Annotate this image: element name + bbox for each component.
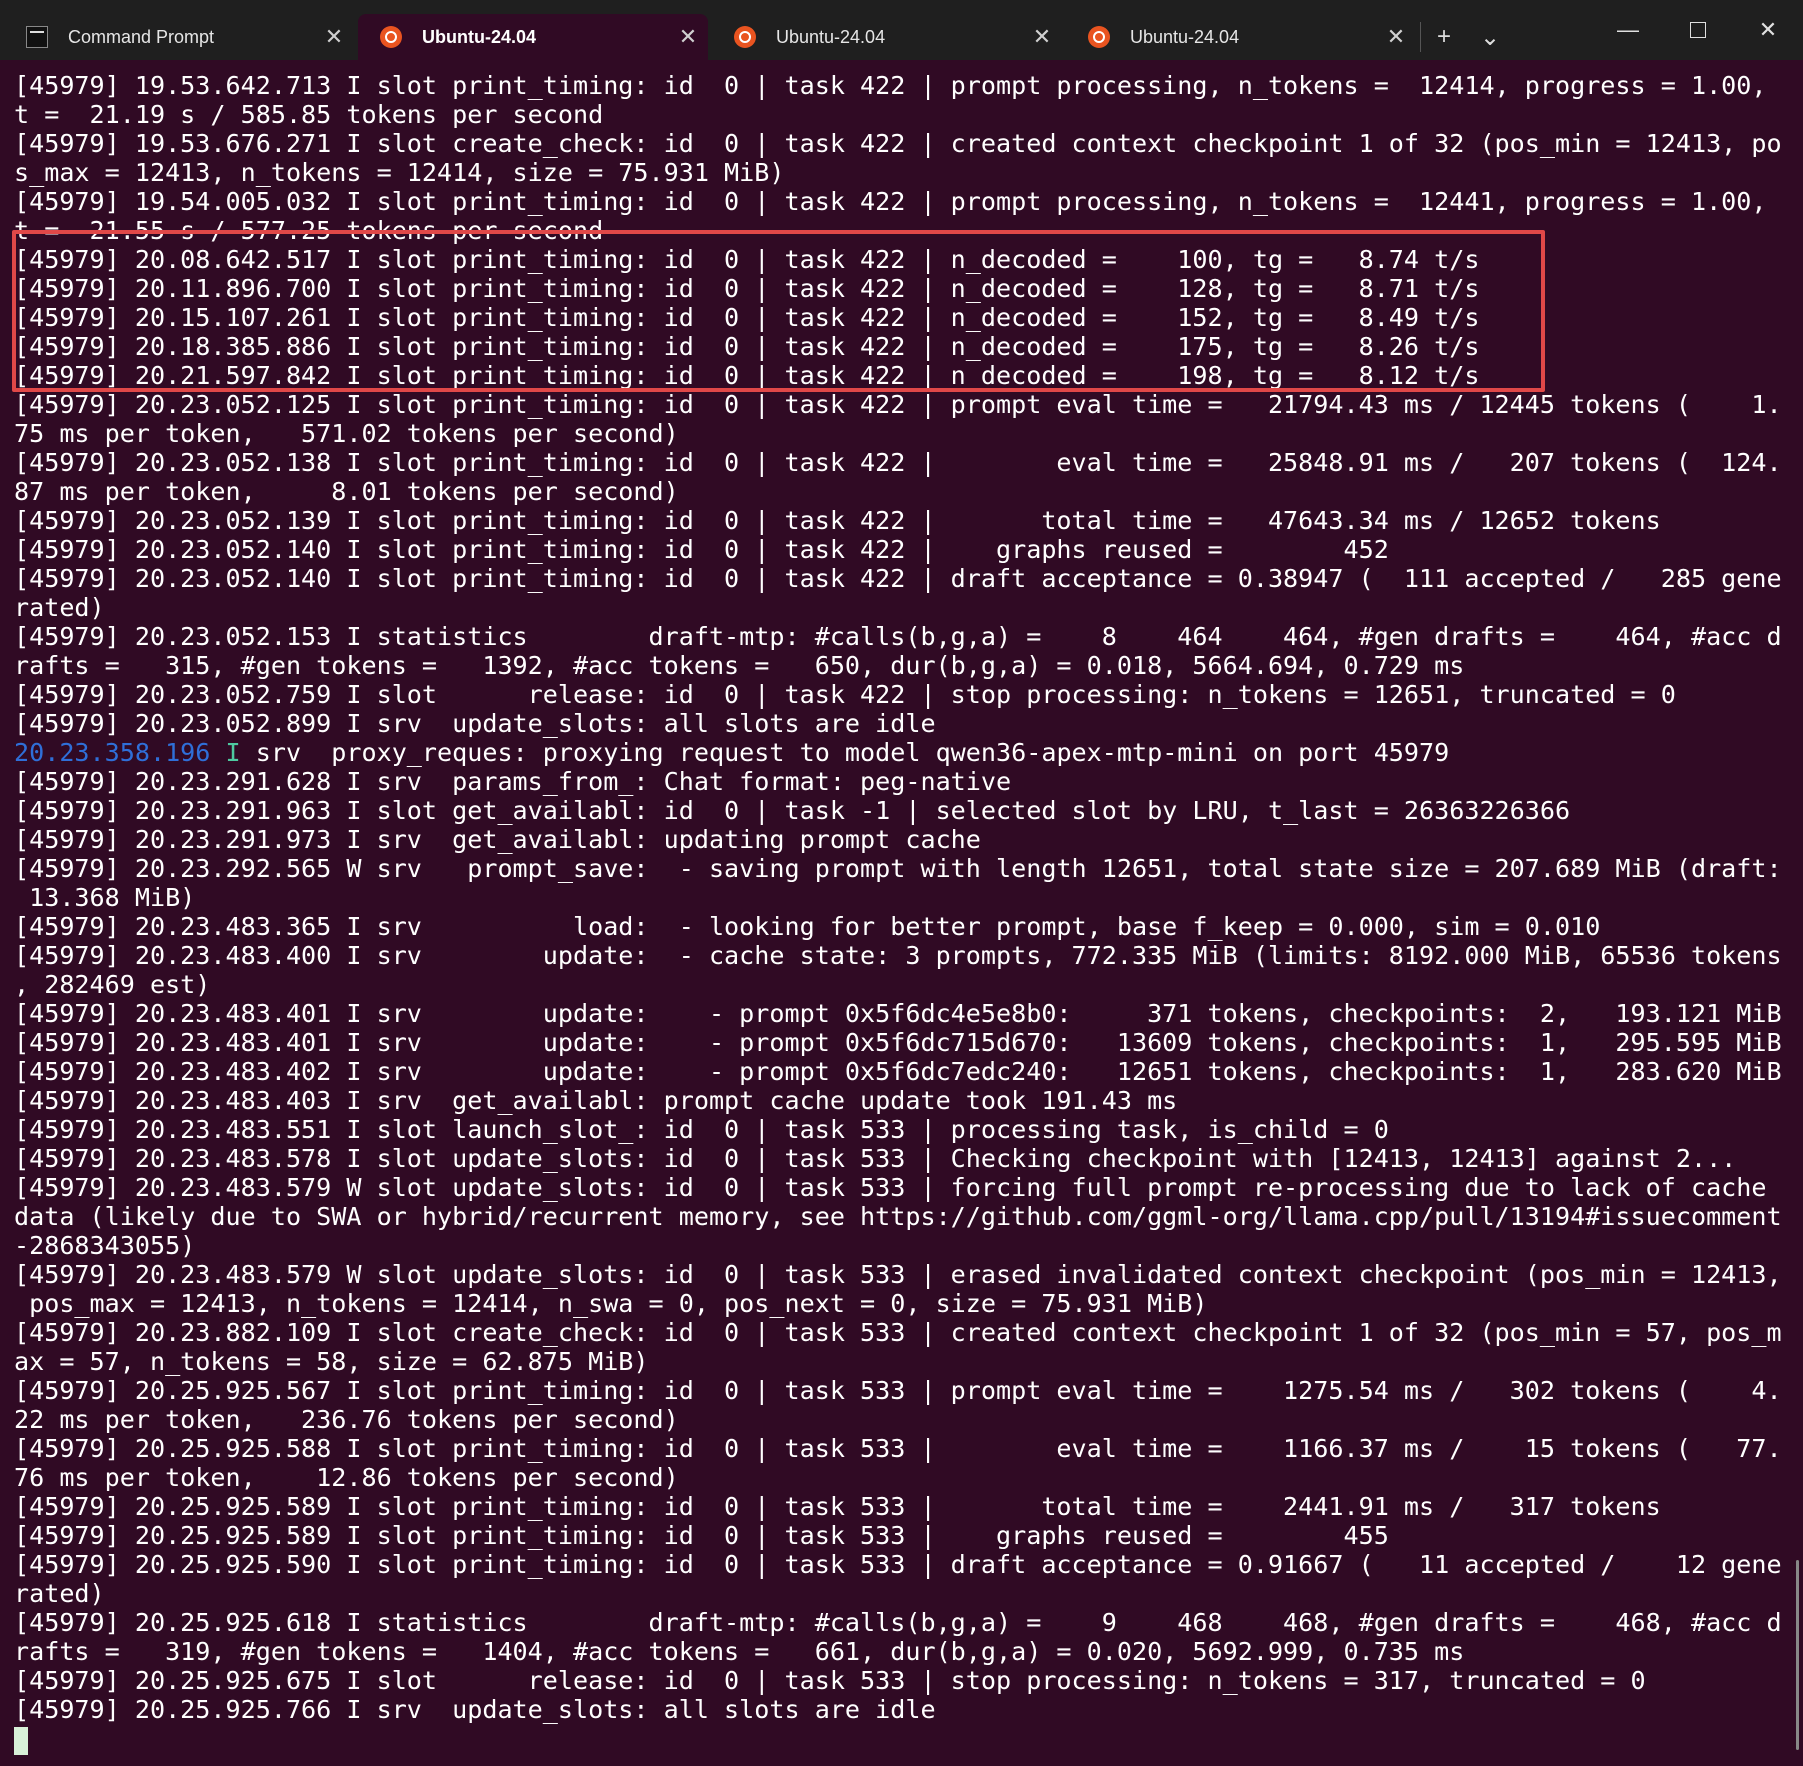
terminal-line: [45979] 20.25.925.567 I slot print_timin…	[14, 1376, 1782, 1405]
ubuntu-icon	[380, 26, 402, 48]
terminal-line: [45979] 20.23.291.628 I srv params_from_…	[14, 767, 1012, 796]
terminal-line: [45979] 20.25.925.618 I statistics draft…	[14, 1608, 1782, 1637]
terminal-line: [45979] 20.23.292.565 W srv prompt_save:…	[14, 854, 1782, 883]
terminal-line: t = 21.19 s / 585.85 tokens per second	[14, 100, 604, 129]
close-icon[interactable]: ✕	[314, 24, 354, 50]
terminal-line: [45979] 19.53.642.713 I slot print_timin…	[14, 71, 1767, 100]
terminal-line: rafts = 319, #gen tokens = 1404, #acc to…	[14, 1637, 1465, 1666]
terminal-line: 75 ms per token, 571.02 tokens per secon…	[14, 419, 679, 448]
terminal-line: data (likely due to SWA or hybrid/recurr…	[14, 1202, 1782, 1231]
minimize-button[interactable]: —	[1593, 0, 1663, 60]
terminal-line: [45979] 20.23.483.551 I slot launch_slot…	[14, 1115, 1389, 1144]
terminal-line: [45979] 20.23.052.139 I slot print_timin…	[14, 506, 1661, 535]
new-tab-button[interactable]: +	[1421, 23, 1467, 51]
scrollbar[interactable]	[1796, 1560, 1799, 1750]
terminal-line: [45979] 20.23.483.400 I srv update: - ca…	[14, 941, 1782, 970]
terminal-line: [45979] 20.23.291.973 I srv get_availabl…	[14, 825, 981, 854]
terminal-line: [45979] 20.23.483.365 I srv load: - look…	[14, 912, 1601, 941]
terminal-line: [45979] 20.23.483.578 I slot update_slot…	[14, 1144, 1737, 1173]
terminal-line: [45979] 20.23.483.401 I srv update: - pr…	[14, 999, 1782, 1028]
terminal-line: rated)	[14, 593, 105, 622]
command-prompt-icon	[26, 26, 48, 48]
log-level: I	[210, 738, 241, 767]
terminal-line: [45979] 20.25.925.588 I slot print_timin…	[14, 1434, 1782, 1463]
tab-command-prompt[interactable]: Command Prompt ✕	[4, 14, 354, 60]
terminal-line: t = 21.55 s / 577.25 tokens per second	[14, 216, 604, 245]
terminal-line: 76 ms per token, 12.86 tokens per second…	[14, 1463, 679, 1492]
close-icon[interactable]: ✕	[668, 24, 708, 50]
terminal-line: [45979] 20.25.925.675 I slot release: id…	[14, 1666, 1646, 1695]
tab-ubuntu-2[interactable]: Ubuntu-24.04 ✕	[712, 14, 1062, 60]
terminal-line: [45979] 20.25.925.589 I slot print_timin…	[14, 1492, 1661, 1521]
terminal-line: [45979] 20.23.052.125 I slot print_timin…	[14, 390, 1782, 419]
tab-label: Command Prompt	[68, 26, 215, 47]
terminal-line: 13.368 MiB)	[14, 883, 196, 912]
terminal-line: [45979] 20.23.483.401 I srv update: - pr…	[14, 1028, 1782, 1057]
tab-dropdown-button[interactable]: ⌄	[1467, 23, 1513, 52]
log-message: srv proxy_reques: proxying request to mo…	[240, 738, 1450, 767]
tab-ubuntu-3[interactable]: Ubuntu-24.04 ✕	[1066, 14, 1416, 60]
tab-ubuntu-1[interactable]: Ubuntu-24.04 ✕	[358, 14, 708, 60]
tab-label: Ubuntu-24.04	[1130, 26, 1240, 47]
terminal-line: [45979] 20.23.483.579 W slot update_slot…	[14, 1173, 1767, 1202]
terminal-line: ax = 57, n_tokens = 58, size = 62.875 Mi…	[14, 1347, 649, 1376]
terminal-line: 22 ms per token, 236.76 tokens per secon…	[14, 1405, 679, 1434]
terminal-line: -2868343055)	[14, 1231, 196, 1260]
terminal-line: pos_max = 12413, n_tokens = 12414, n_swa…	[14, 1289, 1208, 1318]
tab-label: Ubuntu-24.04	[422, 26, 537, 47]
terminal-line: [45979] 20.23.052.140 I slot print_timin…	[14, 564, 1782, 593]
close-icon[interactable]: ✕	[1376, 24, 1416, 50]
maximize-icon	[1690, 22, 1706, 38]
terminal-line: [45979] 20.23.483.403 I srv get_availabl…	[14, 1086, 1178, 1115]
terminal-cursor	[14, 1727, 28, 1755]
terminal-line: [45979] 20.23.052.759 I slot release: id…	[14, 680, 1676, 709]
terminal-line: [45979] 20.23.052.899 I srv update_slots…	[14, 709, 936, 738]
terminal-line: rated)	[14, 1579, 105, 1608]
terminal-line: s_max = 12413, n_tokens = 12414, size = …	[14, 158, 785, 187]
maximize-button[interactable]	[1663, 0, 1733, 60]
terminal-line: [45979] 20.23.052.140 I slot print_timin…	[14, 535, 1389, 564]
terminal-line: [45979] 20.23.052.153 I statistics draft…	[14, 622, 1782, 651]
ubuntu-icon	[1088, 26, 1110, 48]
terminal-line: [45979] 20.23.483.402 I srv update: - pr…	[14, 1057, 1782, 1086]
close-icon[interactable]: ✕	[1022, 24, 1062, 50]
terminal-line: [45979] 20.15.107.261 I slot print_timin…	[14, 303, 1480, 332]
close-window-button[interactable]: ✕	[1733, 0, 1803, 60]
terminal-line: [45979] 19.54.005.032 I slot print_timin…	[14, 187, 1767, 216]
terminal-line: [45979] 20.23.483.579 W slot update_slot…	[14, 1260, 1782, 1289]
terminal-line: [45979] 19.53.676.271 I slot create_chec…	[14, 129, 1782, 158]
terminal-line: [45979] 20.23.052.138 I slot print_timin…	[14, 448, 1782, 477]
terminal-line: , 282469 est)	[14, 970, 211, 999]
ubuntu-icon	[734, 26, 756, 48]
window-controls: — ✕	[1593, 0, 1803, 60]
terminal-line: [45979] 20.23.291.963 I slot get_availab…	[14, 796, 1571, 825]
terminal-line: 87 ms per token, 8.01 tokens per second)	[14, 477, 679, 506]
terminal-line: [45979] 20.11.896.700 I slot print_timin…	[14, 274, 1480, 303]
terminal-line: [45979] 20.25.925.766 I srv update_slots…	[14, 1695, 936, 1724]
terminal-line: 20.23.358.196 I srv proxy_reques: proxyi…	[14, 738, 1784, 767]
terminal-line: [45979] 20.18.385.886 I slot print_timin…	[14, 332, 1480, 361]
terminal-line: [45979] 20.25.925.590 I slot print_timin…	[14, 1550, 1782, 1579]
terminal-line: [45979] 20.21.597.842 I slot print_timin…	[14, 361, 1480, 390]
terminal-line: rafts = 315, #gen tokens = 1392, #acc to…	[14, 651, 1465, 680]
tab-label: Ubuntu-24.04	[776, 26, 886, 47]
terminal-line: [45979] 20.23.882.109 I slot create_chec…	[14, 1318, 1782, 1347]
log-timestamp: 20.23.358.196	[14, 738, 211, 767]
tab-actions: + ⌄	[1421, 14, 1513, 60]
tab-bar: Command Prompt ✕ Ubuntu-24.04 ✕ Ubuntu-2…	[0, 0, 1803, 60]
terminal-line: [45979] 20.08.642.517 I slot print_timin…	[14, 245, 1480, 274]
terminal-output[interactable]: [45979] 19.53.642.713 I slot print_timin…	[14, 71, 1784, 1761]
terminal-line: [45979] 20.25.925.589 I slot print_timin…	[14, 1521, 1389, 1550]
